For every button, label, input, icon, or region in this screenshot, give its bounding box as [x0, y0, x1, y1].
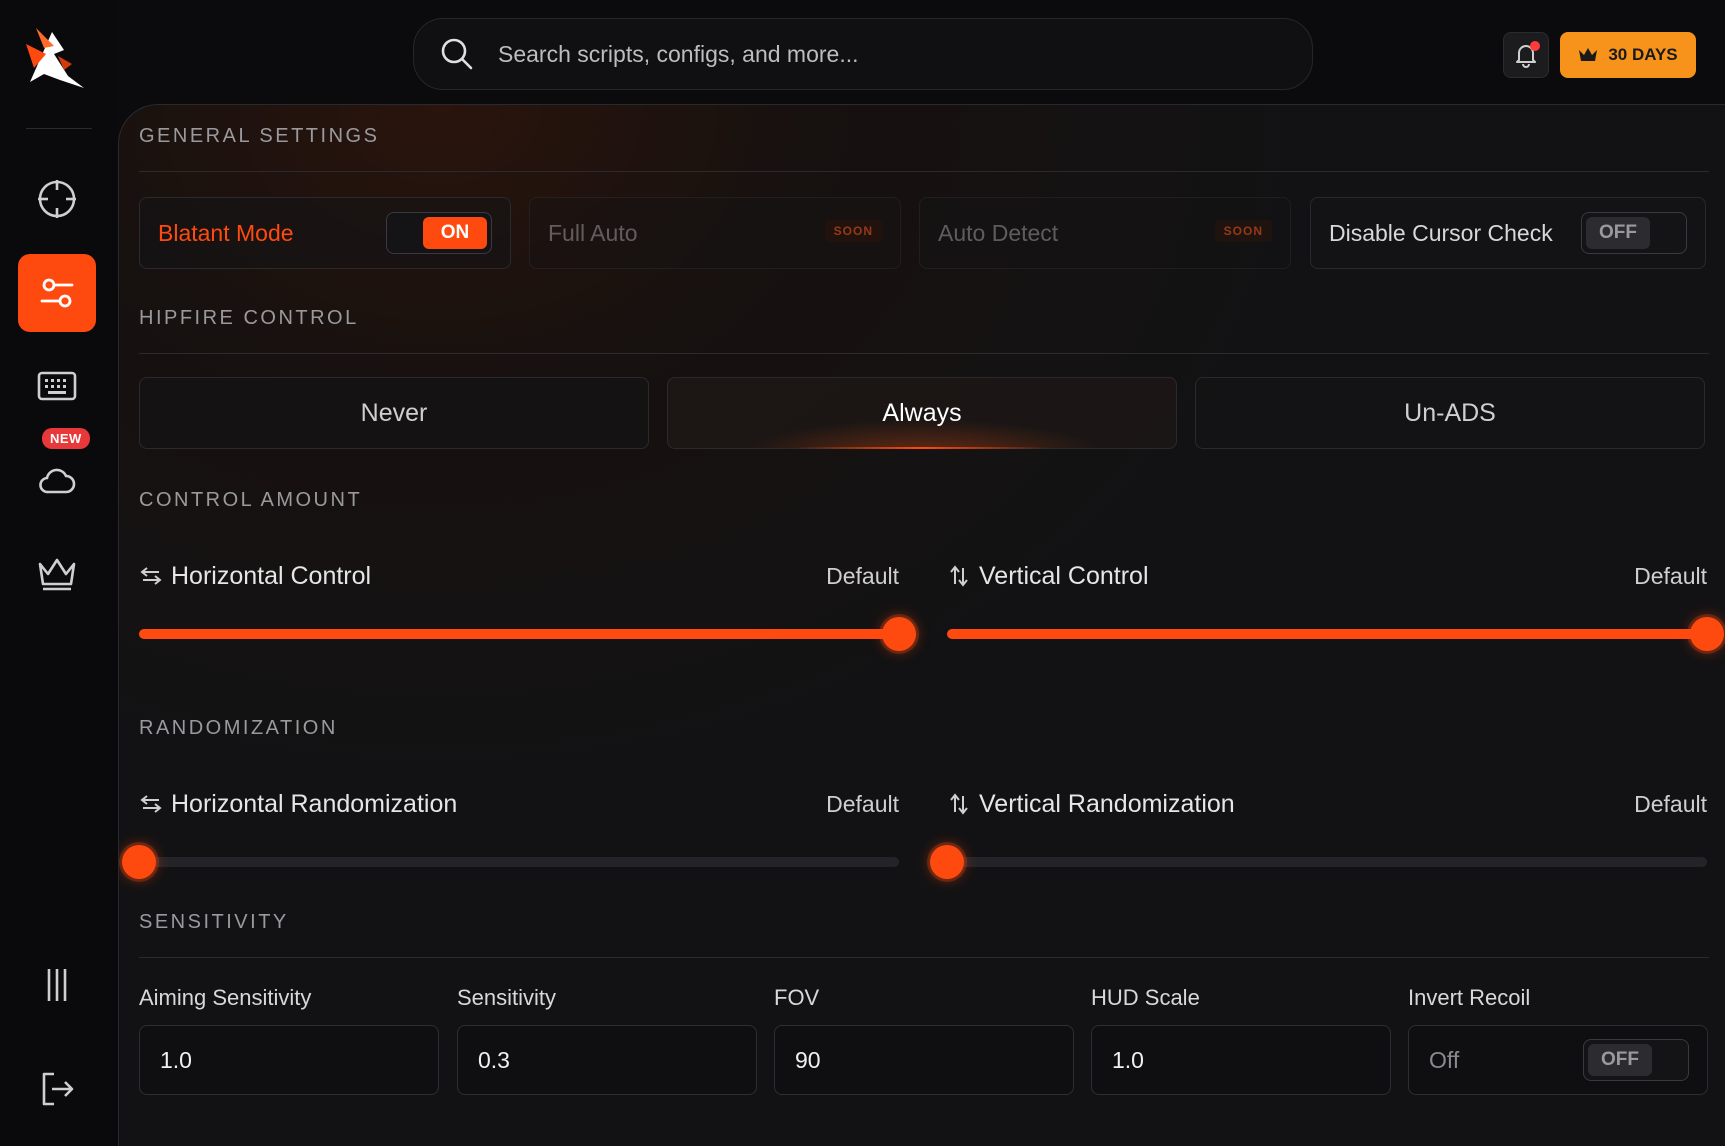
fov-input[interactable]: 90: [774, 1025, 1074, 1095]
hud-scale-input[interactable]: 1.0: [1091, 1025, 1391, 1095]
sensitivity-input[interactable]: 0.3: [457, 1025, 757, 1095]
sidebar-item-logout[interactable]: [18, 1050, 96, 1128]
hipfire-option-never[interactable]: Never: [139, 377, 649, 449]
vertical-randomization-header: Vertical Randomization: [947, 787, 1235, 821]
invert-recoil-label: Invert Recoil: [1408, 985, 1531, 1010]
section-title-hipfire: HIPFIRE CONTROL: [139, 307, 359, 329]
invert-recoil-value: Off: [1429, 1046, 1460, 1073]
section-title-randomization: RANDOMIZATION: [139, 717, 338, 739]
cursor-check-label: Disable Cursor Check: [1329, 219, 1553, 246]
hipfire-option-always[interactable]: Always: [667, 377, 1177, 449]
sidebar: NEW: [0, 0, 118, 1146]
cursor-check-card: Disable Cursor Check OFF: [1310, 197, 1706, 269]
hud-scale-label: HUD Scale: [1091, 985, 1200, 1010]
vertical-control-slider[interactable]: [947, 617, 1724, 651]
hipfire-option-un-ads[interactable]: Un-ADS: [1195, 377, 1705, 449]
horizontal-randomization-header: Horizontal Randomization: [139, 787, 457, 821]
slider-thumb[interactable]: [1690, 617, 1724, 651]
vertical-control-header: Vertical Control: [947, 559, 1149, 593]
sidebar-item-cloud[interactable]: NEW: [18, 428, 96, 518]
notification-dot: [1530, 41, 1540, 51]
days-label: 30 DAYS: [1608, 45, 1678, 64]
soon-badge: SOON: [824, 220, 882, 242]
sidebar-item-premium[interactable]: [18, 534, 96, 612]
horizontal-control-header: Horizontal Control: [139, 559, 371, 593]
notifications-button[interactable]: [1503, 32, 1549, 78]
keyboard-icon: [37, 371, 77, 401]
section-title-control: CONTROL AMOUNT: [139, 489, 363, 511]
auto-detect-card: Auto Detect SOON: [919, 197, 1291, 269]
slider-fill: [139, 629, 899, 639]
subscription-days-button[interactable]: 30 DAYS: [1560, 32, 1696, 78]
brand-logo-icon[interactable]: [24, 24, 90, 94]
horizontal-randomization-slider[interactable]: [122, 845, 899, 879]
full-auto-card: Full Auto SOON: [529, 197, 901, 269]
sidebar-item-menu[interactable]: [18, 946, 96, 1024]
search-bar[interactable]: [413, 18, 1313, 90]
sidebar-item-settings[interactable]: [18, 254, 96, 332]
invert-recoil-toggle[interactable]: OFF: [1583, 1039, 1689, 1081]
fov-label: FOV: [774, 985, 820, 1010]
vertical-control-preset: Default: [1634, 563, 1707, 589]
sliders-icon: [40, 278, 74, 308]
toggle-state: ON: [423, 217, 487, 249]
search-input[interactable]: [498, 40, 1258, 68]
crown-icon: [1579, 48, 1598, 61]
section-title-general: GENERAL SETTINGS: [139, 125, 380, 147]
full-auto-label: Full Auto: [548, 219, 638, 246]
swap-vertical-icon: [950, 565, 968, 587]
topbar: 30 DAYS: [118, 0, 1725, 104]
settings-panel: GENERAL SETTINGS Blatant Mode ON Full Au…: [118, 104, 1725, 1146]
crown-icon: [38, 558, 76, 591]
auto-detect-label: Auto Detect: [938, 219, 1059, 246]
sidebar-item-keybinds[interactable]: [18, 347, 96, 425]
section-divider: [139, 171, 1709, 172]
vertical-randomization-label: Vertical Randomization: [979, 789, 1235, 818]
horizontal-control-label: Horizontal Control: [171, 561, 372, 590]
soon-badge: SOON: [1214, 220, 1272, 242]
horizontal-randomization-label: Horizontal Randomization: [171, 789, 458, 818]
blatant-mode-toggle[interactable]: ON: [386, 212, 492, 254]
toggle-state: OFF: [1588, 1044, 1652, 1076]
slider-thumb[interactable]: [882, 617, 916, 651]
swap-horizontal-icon: [140, 795, 162, 813]
section-divider: [139, 353, 1709, 354]
section-divider: [139, 957, 1709, 958]
aiming-sensitivity-input[interactable]: 1.0: [139, 1025, 439, 1095]
cloud-icon: [39, 468, 76, 494]
aiming-sensitivity-label: Aiming Sensitivity: [139, 985, 312, 1010]
blatant-mode-card: Blatant Mode ON: [139, 197, 511, 269]
blatant-mode-label: Blatant Mode: [158, 219, 294, 246]
vertical-randomization-slider[interactable]: [930, 845, 1707, 879]
vertical-randomization-preset: Default: [1634, 791, 1707, 817]
new-badge: NEW: [42, 428, 90, 449]
horizontal-control-slider[interactable]: [139, 617, 916, 651]
cursor-check-toggle[interactable]: OFF: [1581, 212, 1687, 254]
horizontal-control-preset: Default: [826, 563, 899, 589]
slider-fill: [947, 629, 1707, 639]
slider-thumb[interactable]: [122, 845, 156, 879]
logout-icon: [42, 1072, 74, 1106]
menu-bars-icon: [47, 969, 67, 1001]
section-title-sensitivity: SENSITIVITY: [139, 911, 289, 933]
swap-vertical-icon: [950, 793, 968, 815]
invert-recoil-field: Off OFF: [1408, 1025, 1708, 1095]
swap-horizontal-icon: [140, 567, 162, 585]
sidebar-item-aim[interactable]: [18, 160, 96, 238]
horizontal-randomization-preset: Default: [826, 791, 899, 817]
search-icon: [441, 38, 473, 70]
sensitivity-label: Sensitivity: [457, 985, 557, 1010]
slider-thumb[interactable]: [930, 845, 964, 879]
sidebar-divider: [26, 128, 92, 129]
toggle-state: OFF: [1586, 217, 1650, 249]
crosshair-icon: [38, 180, 76, 218]
vertical-control-label: Vertical Control: [979, 561, 1149, 590]
